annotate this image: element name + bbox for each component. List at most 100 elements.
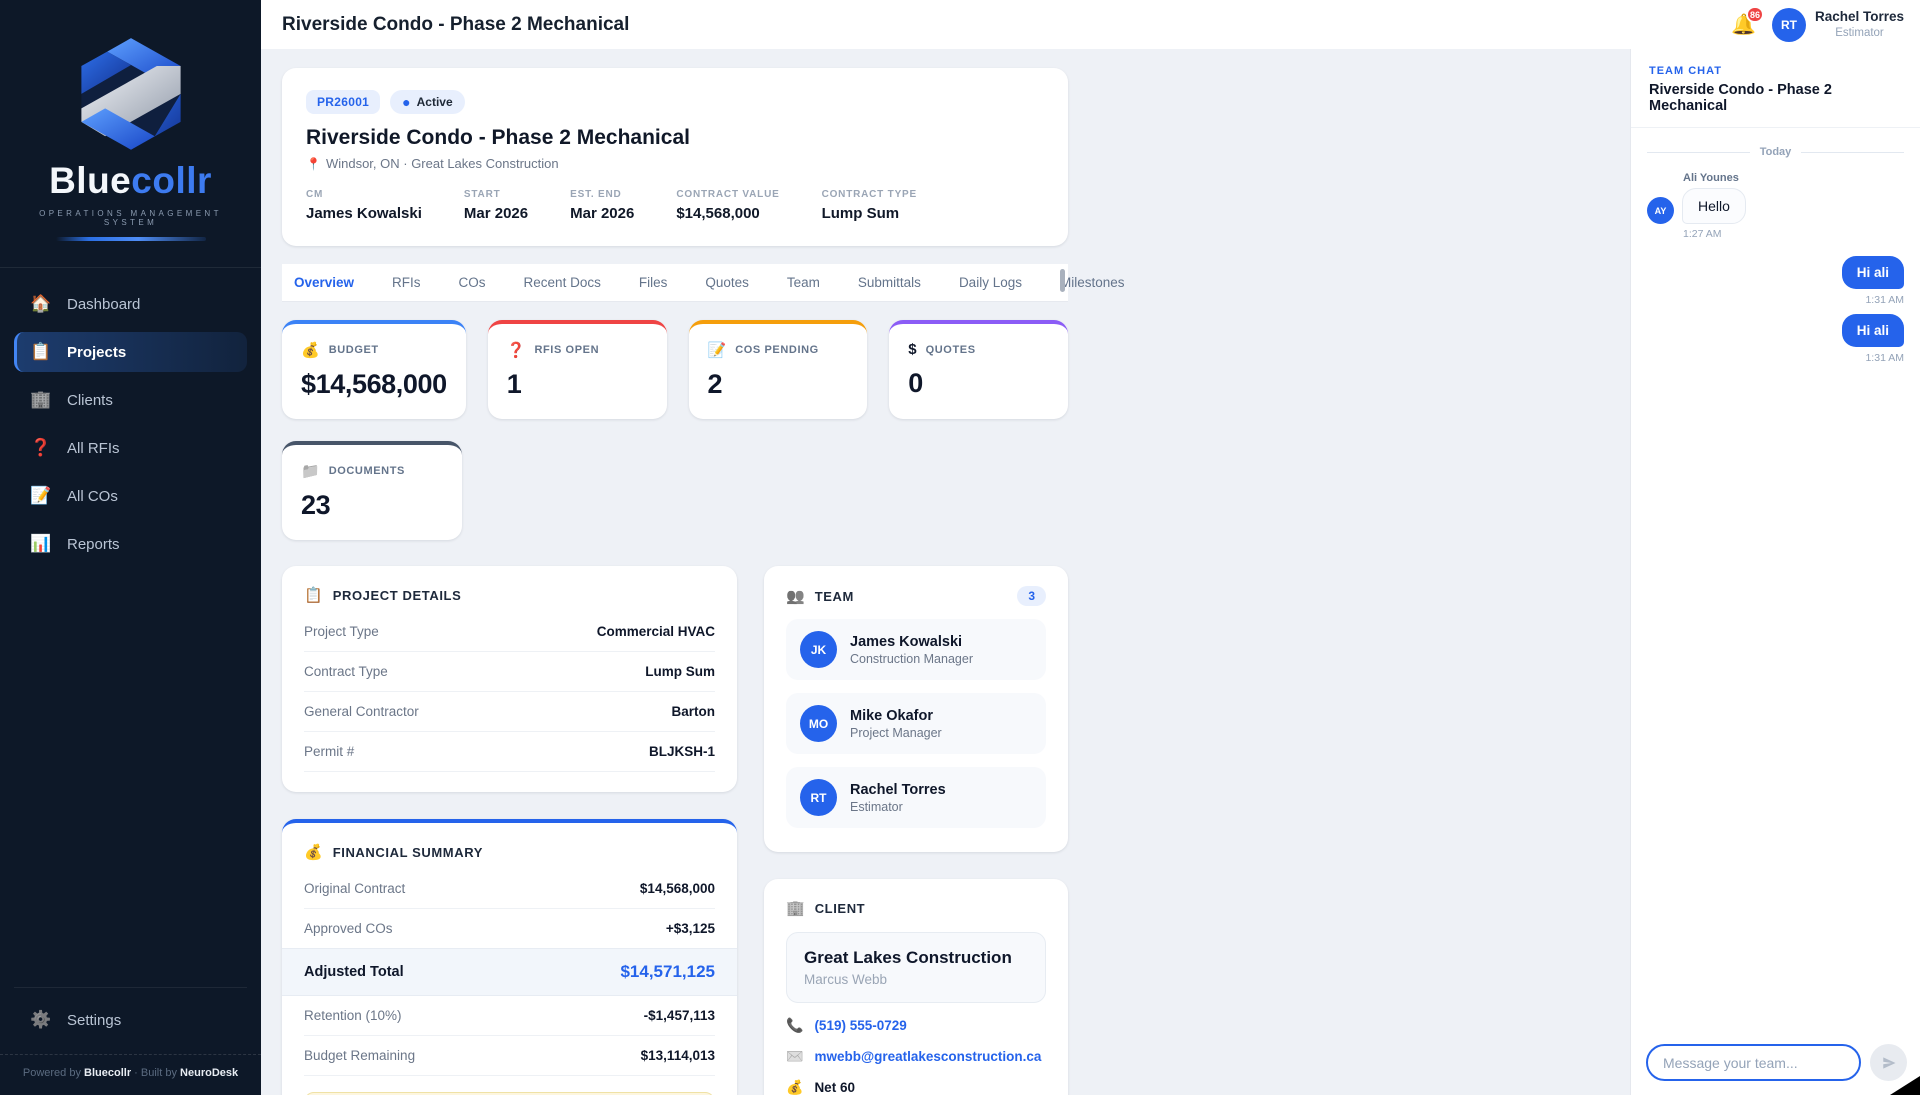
chat-messages: Today Ali Younes AY Hello 1:27 AM Hi ali… (1631, 128, 1920, 1032)
bluecollr-logo-icon (62, 34, 200, 158)
brand-wordmark: Bluecollr (10, 160, 251, 202)
user-avatar: RT (1772, 8, 1806, 42)
chat-message-outgoing: Hi ali 1:31 AM (1647, 314, 1904, 364)
sidebar-item-settings[interactable]: ⚙️ Settings (14, 1000, 247, 1040)
stat-card-quotes[interactable]: $ QUOTES 0 (889, 320, 1068, 419)
gear-icon: ⚙️ (30, 1010, 52, 1030)
brand-block: Bluecollr OPERATIONS MANAGEMENT SYSTEM (0, 0, 261, 241)
chat-timestamp: 1:31 AM (1865, 352, 1904, 364)
question-mark-icon: ❓ (507, 341, 526, 359)
chat-kicker: TEAM CHAT (1649, 65, 1902, 77)
chat-message-input[interactable] (1646, 1044, 1861, 1081)
user-name: Rachel Torres (1815, 9, 1904, 26)
chat-day-divider: Today (1647, 146, 1904, 158)
documents-value: 23 (301, 490, 443, 521)
clipboard-icon: 📋 (304, 586, 323, 604)
project-title: Riverside Condo - Phase 2 Mechanical (306, 126, 1044, 150)
team-count-badge: 3 (1017, 586, 1046, 606)
notification-count-badge: 86 (1746, 6, 1764, 23)
team-card: 👥 TEAM 3 JK James Kowalski Construction … (764, 566, 1068, 852)
tab-cos[interactable]: COs (457, 264, 488, 301)
client-card: 🏢 CLIENT Great Lakes Construction Marcus… (764, 879, 1068, 1095)
sidebar-item-all-cos[interactable]: 📝 All COs (14, 476, 247, 516)
phone-icon: 📞 (786, 1017, 803, 1034)
tab-milestones[interactable]: Milestones (1058, 264, 1127, 301)
sidebar-item-reports[interactable]: 📊 Reports (14, 524, 247, 564)
sidebar-item-all-rfis[interactable]: ❓ All RFIs (14, 428, 247, 468)
dollar-icon: $ (908, 341, 916, 358)
client-phone-row: 📞 (519) 555-0729 (786, 1017, 1046, 1034)
detail-row-general-contractor: General Contractor Barton (304, 692, 715, 732)
project-tabs: Overview RFIs COs Recent Docs Files Quot… (282, 264, 1068, 302)
money-bag-icon: 💰 (304, 843, 323, 861)
notifications-button[interactable]: 🔔 86 (1731, 12, 1756, 37)
tabs-scrollbar-thumb[interactable] (1060, 269, 1065, 292)
detail-row-contract-type: Contract Type Lump Sum (304, 652, 715, 692)
building-icon: 🏢 (786, 899, 805, 917)
member-avatar: RT (800, 779, 837, 816)
sidebar-footer: Powered by Bluecollr · Built by NeuroDes… (0, 1054, 261, 1095)
team-member-row[interactable]: MO Mike Okafor Project Manager (786, 693, 1046, 754)
tab-overview[interactable]: Overview (292, 264, 356, 301)
user-menu[interactable]: RT Rachel Torres Estimator (1772, 8, 1904, 42)
sidebar-nav: 🏠 Dashboard 📋 Projects 🏢 Clients ❓ All R… (0, 284, 261, 564)
team-member-row[interactable]: JK James Kowalski Construction Manager (786, 619, 1046, 680)
fin-row-approved-cos: Approved COs +$3,125 (304, 909, 715, 948)
project-details-card: 📋 PROJECT DETAILS Project Type Commercia… (282, 566, 737, 792)
folder-icon: 📁 (301, 462, 320, 480)
client-email-link[interactable]: mwebb@greatlakesconstruction.ca (814, 1049, 1041, 1064)
memo-icon: 📝 (708, 341, 727, 359)
chat-header: TEAM CHAT Riverside Condo - Phase 2 Mech… (1631, 49, 1920, 128)
fin-row-retention: Retention (10%) -$1,457,113 (304, 996, 715, 1036)
stat-card-budget[interactable]: 💰 BUDGET $14,568,000 (282, 320, 466, 419)
stat-card-rfis-open[interactable]: ❓ RFIS OPEN 1 (488, 320, 667, 419)
chat-bubble: Hi ali (1842, 314, 1904, 347)
chat-sender-name: Ali Younes (1683, 172, 1904, 184)
sidebar-settings-section: ⚙️ Settings (14, 987, 247, 1054)
main-content: PR26001 ● Active Riverside Condo - Phase… (261, 49, 1630, 1095)
chat-timestamp: 1:27 AM (1683, 228, 1904, 240)
sidebar-item-clients[interactable]: 🏢 Clients (14, 380, 247, 420)
member-avatar: MO (800, 705, 837, 742)
location-pin-icon: 📍 (306, 157, 321, 171)
stat-card-documents[interactable]: 📁 DOCUMENTS 23 (282, 441, 462, 540)
fin-row-adjusted-total: Adjusted Total $14,571,125 (282, 948, 737, 996)
sidebar-item-dashboard[interactable]: 🏠 Dashboard (14, 284, 247, 324)
meta-est-end: EST. END Mar 2026 (570, 189, 634, 222)
dashboard-icon: 🏠 (30, 294, 52, 314)
stat-cards-row-1: 💰 BUDGET $14,568,000 ❓ RFIS OPEN 1 (282, 320, 1068, 419)
client-email-row: ✉️ mwebb@greatlakesconstruction.ca (786, 1048, 1046, 1065)
project-overview-card: PR26001 ● Active Riverside Condo - Phase… (282, 68, 1068, 246)
meta-start: START Mar 2026 (464, 189, 528, 222)
meta-contract-value: CONTRACT VALUE $14,568,000 (676, 189, 779, 222)
client-phone-link[interactable]: (519) 555-0729 (814, 1018, 906, 1033)
team-member-row[interactable]: RT Rachel Torres Estimator (786, 767, 1046, 828)
projects-icon: 📋 (30, 342, 52, 362)
tab-files[interactable]: Files (637, 264, 670, 301)
chat-bubble: Hello (1682, 188, 1746, 224)
tab-rfis[interactable]: RFIs (390, 264, 423, 301)
chat-sender-avatar: AY (1647, 197, 1674, 224)
user-role: Estimator (1815, 26, 1904, 40)
clients-icon: 🏢 (30, 390, 52, 410)
chat-message-incoming: Ali Younes AY Hello 1:27 AM (1647, 172, 1904, 240)
stat-card-cos-pending[interactable]: 📝 COS PENDING 2 (689, 320, 868, 419)
project-location: Windsor, ON · Great Lakes Construction (326, 156, 559, 171)
tab-team[interactable]: Team (785, 264, 822, 301)
envelope-icon: ✉️ (786, 1048, 803, 1065)
send-button[interactable] (1870, 1044, 1907, 1081)
tab-daily-logs[interactable]: Daily Logs (957, 264, 1024, 301)
financial-summary-card: 💰 FINANCIAL SUMMARY Original Contract $1… (282, 819, 737, 1095)
tab-recent-docs[interactable]: Recent Docs (522, 264, 603, 301)
meta-contract-type: CONTRACT TYPE Lump Sum (822, 189, 917, 222)
sidebar-item-projects[interactable]: 📋 Projects (14, 332, 247, 372)
money-bag-icon: 💰 (301, 341, 320, 359)
chat-input-bar (1631, 1032, 1920, 1095)
detail-row-permit: Permit # BLJKSH-1 (304, 732, 715, 772)
tab-submittals[interactable]: Submittals (856, 264, 923, 301)
project-code-badge: PR26001 (306, 90, 380, 114)
detail-row-project-type: Project Type Commercial HVAC (304, 612, 715, 652)
chat-bubble: Hi ali (1842, 256, 1904, 289)
tab-quotes[interactable]: Quotes (703, 264, 751, 301)
footer-brand-bluecollr: Bluecollr (84, 1067, 131, 1079)
